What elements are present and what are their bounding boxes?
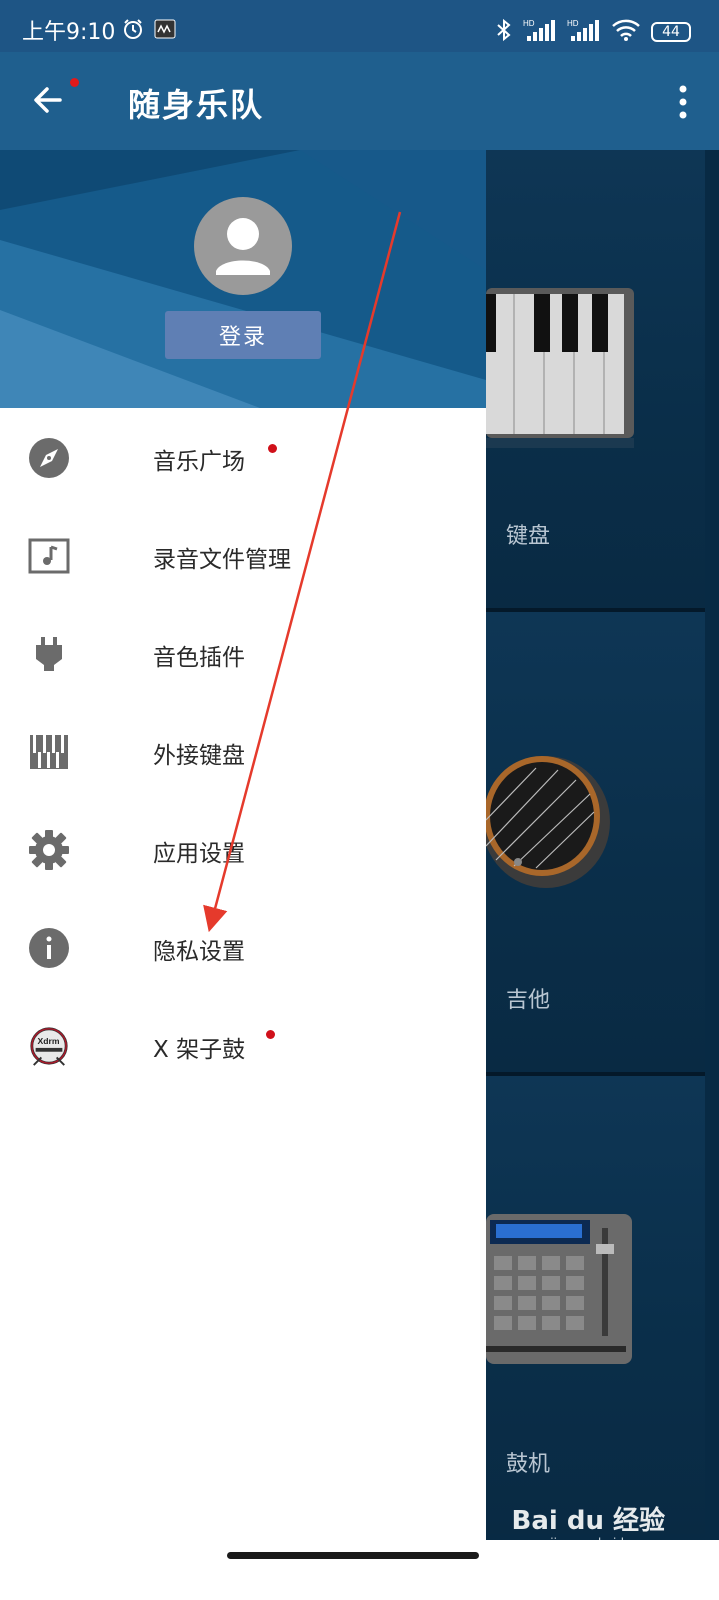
info-icon [28, 927, 70, 969]
menu-item-x-drum[interactable]: Xdrm X 架子鼓 [0, 996, 486, 1094]
drawer-header: 登录 [0, 150, 486, 408]
media-icon [154, 18, 176, 44]
drum-kit-icon: Xdrm [28, 1025, 70, 1067]
status-time: 上午9:10 [22, 20, 116, 45]
app-title: 随身乐队 [128, 86, 265, 124]
menu-item-label: 隐私设置 [153, 939, 245, 965]
status-bar: 上午9:10 HD HD 44 [0, 0, 719, 52]
watermark-logo: Bai du 经验 [511, 1506, 666, 1536]
instrument-label: 键盘 [506, 524, 551, 549]
guitar-image [486, 756, 610, 888]
menu-item-label: X 架子鼓 [153, 1037, 246, 1063]
instrument-card-keyboard[interactable]: 键盘 [486, 150, 705, 608]
menu-item-external-keyboard[interactable]: 外接键盘 [0, 702, 486, 800]
gear-icon [28, 829, 70, 871]
svg-text:HD: HD [567, 19, 579, 28]
menu-item-label: 应用设置 [153, 841, 245, 867]
alarm-icon [122, 18, 144, 44]
status-left-icons [122, 18, 176, 44]
more-vert-icon[interactable] [677, 84, 689, 120]
arrow-back-icon[interactable] [28, 80, 68, 120]
instrument-label: 吉他 [506, 988, 551, 1013]
notification-dot [70, 78, 79, 87]
menu-item-app-settings[interactable]: 应用设置 [0, 800, 486, 898]
svg-text:HD: HD [523, 19, 535, 28]
home-indicator[interactable] [227, 1552, 479, 1559]
avatar[interactable] [194, 197, 292, 295]
piano-keys-icon [28, 731, 70, 773]
login-button[interactable]: 登录 [165, 311, 321, 359]
menu-item-recording-files[interactable]: 录音文件管理 [0, 506, 486, 604]
menu-item-sound-plugins[interactable]: 音色插件 [0, 604, 486, 702]
drum-machine-image [486, 1214, 632, 1364]
compass-icon [28, 437, 70, 479]
menu-item-label: 外接键盘 [153, 743, 245, 769]
instrument-label: 鼓机 [506, 1452, 551, 1477]
badge-dot [266, 1030, 275, 1039]
music-file-icon [28, 535, 70, 577]
system-nav-bar [0, 1540, 719, 1600]
drawer-menu: 音乐广场 录音文件管理 音色插件 外接键盘 应用设置 隐私设置 Xdrm X 架… [0, 408, 486, 1094]
battery-icon: 44 [651, 22, 691, 42]
hd-signal-icon: HD [567, 18, 601, 46]
menu-item-privacy-settings[interactable]: 隐私设置 [0, 898, 486, 996]
wifi-icon [611, 18, 641, 46]
menu-item-label: 音色插件 [153, 645, 245, 671]
svg-text:Xdrm: Xdrm [38, 1036, 60, 1046]
navigation-drawer: 登录 音乐广场 录音文件管理 音色插件 外接键盘 应用设置 隐私设置 Xdrm … [0, 150, 486, 1540]
status-right-icons: HD HD 44 [495, 18, 691, 46]
badge-dot [268, 444, 277, 453]
instrument-card-drum-machine[interactable]: 鼓机 [486, 1076, 705, 1534]
menu-item-label: 音乐广场 [153, 449, 245, 475]
plugin-icon [28, 633, 70, 675]
piano-image [486, 288, 634, 448]
menu-item-label: 录音文件管理 [153, 547, 291, 573]
bluetooth-icon [495, 18, 513, 46]
hd-signal-icon: HD [523, 18, 557, 46]
instrument-card-guitar[interactable]: 吉他 [486, 612, 705, 1070]
app-bar: 随身乐队 [0, 52, 719, 150]
menu-item-music-square[interactable]: 音乐广场 [0, 408, 486, 506]
